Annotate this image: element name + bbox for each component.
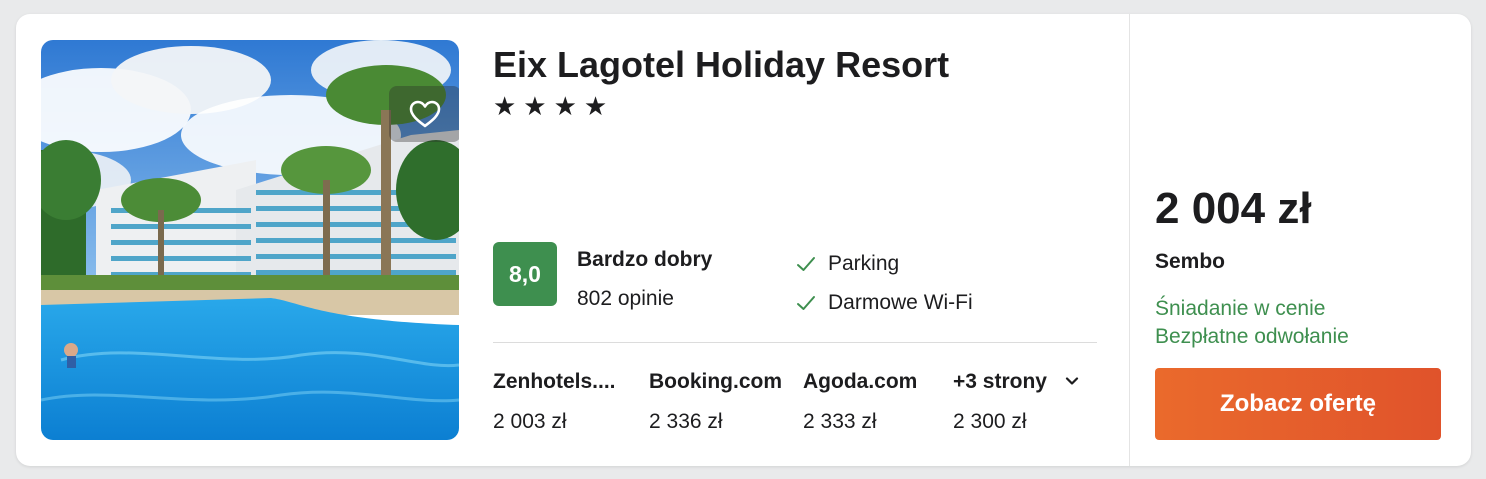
rating-label: Bardzo dobry [577,248,713,271]
favorite-button[interactable] [389,86,459,142]
star-rating: ★★★★ [493,91,615,121]
offer-provider: Sembo [1155,250,1226,273]
see-offer-button[interactable]: Zobacz ofertę [1155,368,1441,440]
hotel-photo[interactable] [41,40,459,440]
amenity-wifi: Darmowe Wi-Fi [796,291,973,315]
divider [493,342,1097,343]
chevron-down-icon [1065,377,1078,385]
provider-name[interactable]: Booking.com [649,370,782,398]
provider-name[interactable]: Zenhotels.... [493,370,616,398]
provider-name[interactable]: Agoda.com [803,370,917,398]
review-score-badge: 8,0 [493,242,557,306]
review-count: 802 opinie [577,287,674,310]
heart-outline-icon [409,100,441,128]
provider-price[interactable]: 2 300 zł [953,410,1079,434]
perk-free-cancellation: Bezpłatne odwołanie [1155,325,1349,348]
check-icon [797,296,815,310]
provider-price[interactable]: 2 003 zł [493,410,616,434]
provider-price[interactable]: 2 336 zł [649,410,782,434]
provider-booking[interactable]: Booking.com 2 336 zł [649,370,782,434]
more-sites-label: +3 strony [953,370,1047,393]
provider-more[interactable]: +3 strony 2 300 zł [953,370,1079,434]
provider-zenhotels[interactable]: Zenhotels.... 2 003 zł [493,370,616,434]
provider-agoda[interactable]: Agoda.com 2 333 zł [803,370,917,434]
perk-breakfast: Śniadanie w cenie [1155,297,1326,320]
more-sites-toggle[interactable]: +3 strony [953,370,1079,398]
offer-price: 2 004 zł [1155,184,1312,233]
amenity-label: Parking [828,252,900,275]
hotel-name[interactable]: Eix Lagotel Holiday Resort [493,44,949,86]
provider-price[interactable]: 2 333 zł [803,410,917,434]
hotel-result-card[interactable]: Eix Lagotel Holiday Resort ★★★★ 8,0 Bard… [16,14,1471,466]
amenity-parking: Parking [796,252,899,276]
amenity-label: Darmowe Wi-Fi [828,291,973,314]
check-icon [797,257,815,271]
vertical-divider [1129,14,1130,466]
